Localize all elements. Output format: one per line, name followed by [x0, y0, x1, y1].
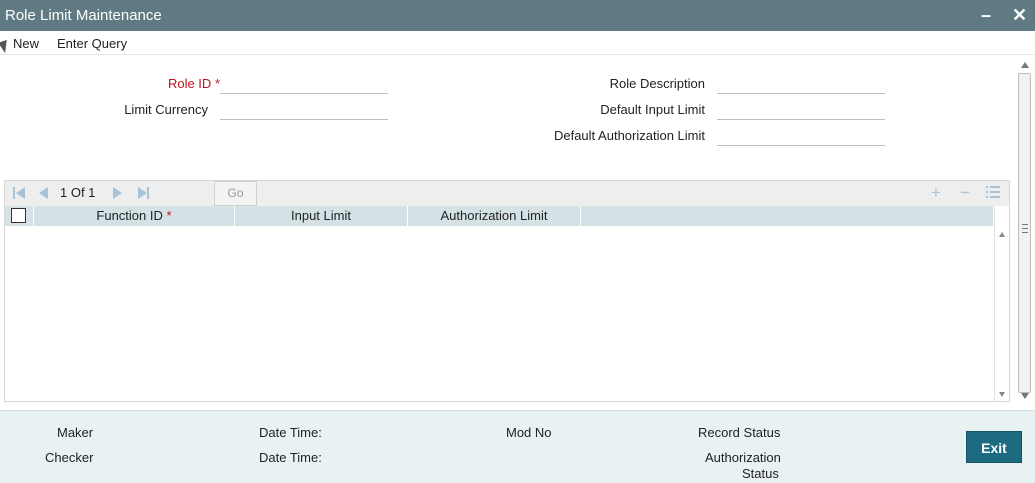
limit-currency-label: Limit Currency — [124, 102, 208, 117]
window-title: Role Limit Maintenance — [5, 7, 162, 24]
delete-row-icon[interactable]: − — [960, 183, 970, 203]
page-scrollbar[interactable] — [1017, 56, 1032, 404]
scroll-up-icon[interactable] — [1021, 62, 1029, 68]
limit-currency-input[interactable] — [220, 98, 388, 120]
grip-icon — [1022, 224, 1028, 233]
window-titlebar: Role Limit Maintenance – ✕ — [0, 0, 1035, 31]
authorization-status-label-line2: Status — [742, 466, 779, 481]
first-page-icon[interactable] — [13, 187, 25, 199]
previous-page-icon[interactable] — [39, 187, 48, 199]
grid-scroll-up-icon[interactable] — [999, 232, 1005, 237]
record-status-label: Record Status — [698, 425, 781, 440]
menu-bar: New Enter Query — [0, 31, 1035, 55]
go-button[interactable]: Go — [214, 181, 257, 206]
single-view-icon[interactable] — [986, 186, 1000, 198]
column-header-input-limit[interactable]: Input Limit — [235, 206, 408, 226]
column-header-authorization-limit[interactable]: Authorization Limit — [408, 206, 581, 226]
default-authorization-limit-input[interactable] — [717, 124, 885, 146]
default-authorization-limit-label: Default Authorization Limit — [553, 128, 705, 143]
add-row-icon[interactable]: + — [931, 183, 941, 203]
select-all-checkbox[interactable] — [11, 208, 26, 223]
role-description-input[interactable] — [717, 72, 885, 94]
next-page-icon[interactable] — [113, 187, 122, 199]
checker-date-time-label: Date Time: — [259, 450, 322, 465]
role-id-label: Role ID * — [167, 76, 220, 91]
minimize-icon[interactable]: – — [981, 4, 991, 26]
grid-scrollbar[interactable] — [994, 206, 1009, 402]
default-input-limit-label: Default Input Limit — [600, 102, 705, 117]
role-description-label: Role Description — [609, 76, 705, 91]
exit-button[interactable]: Exit — [966, 431, 1022, 463]
audit-footer: Maker Checker Date Time: Date Time: Mod … — [0, 410, 1035, 483]
scrollbar-thumb[interactable] — [1018, 73, 1031, 393]
close-icon[interactable]: ✕ — [1012, 4, 1027, 26]
maker-date-time-label: Date Time: — [259, 425, 322, 440]
default-input-limit-input[interactable] — [717, 98, 885, 120]
checker-label: Checker — [45, 450, 94, 465]
column-header-function-id[interactable]: Function ID * — [34, 206, 235, 226]
grid-header: Function ID * Input Limit Authorization … — [5, 206, 993, 226]
maker-label: Maker — [57, 425, 94, 440]
enter-query-menu-item[interactable]: Enter Query — [57, 36, 127, 51]
grid-scroll-down-icon[interactable] — [999, 392, 1005, 397]
scroll-down-icon[interactable] — [1021, 393, 1029, 399]
grid-toolbar: 1 Of 1 Go + − — [5, 181, 1009, 206]
page-info: 1 Of 1 — [60, 185, 96, 200]
role-id-input[interactable] — [220, 72, 388, 94]
new-menu-item[interactable]: New — [13, 36, 39, 51]
select-all-cell — [5, 206, 34, 226]
mod-no-label: Mod No — [506, 425, 552, 440]
last-page-icon[interactable] — [138, 187, 149, 199]
authorization-status-label-line1: Authorization — [705, 450, 781, 465]
required-marker: * — [166, 208, 172, 223]
function-limits-grid: 1 Of 1 Go + − Function ID * Input Limit … — [4, 180, 1010, 402]
